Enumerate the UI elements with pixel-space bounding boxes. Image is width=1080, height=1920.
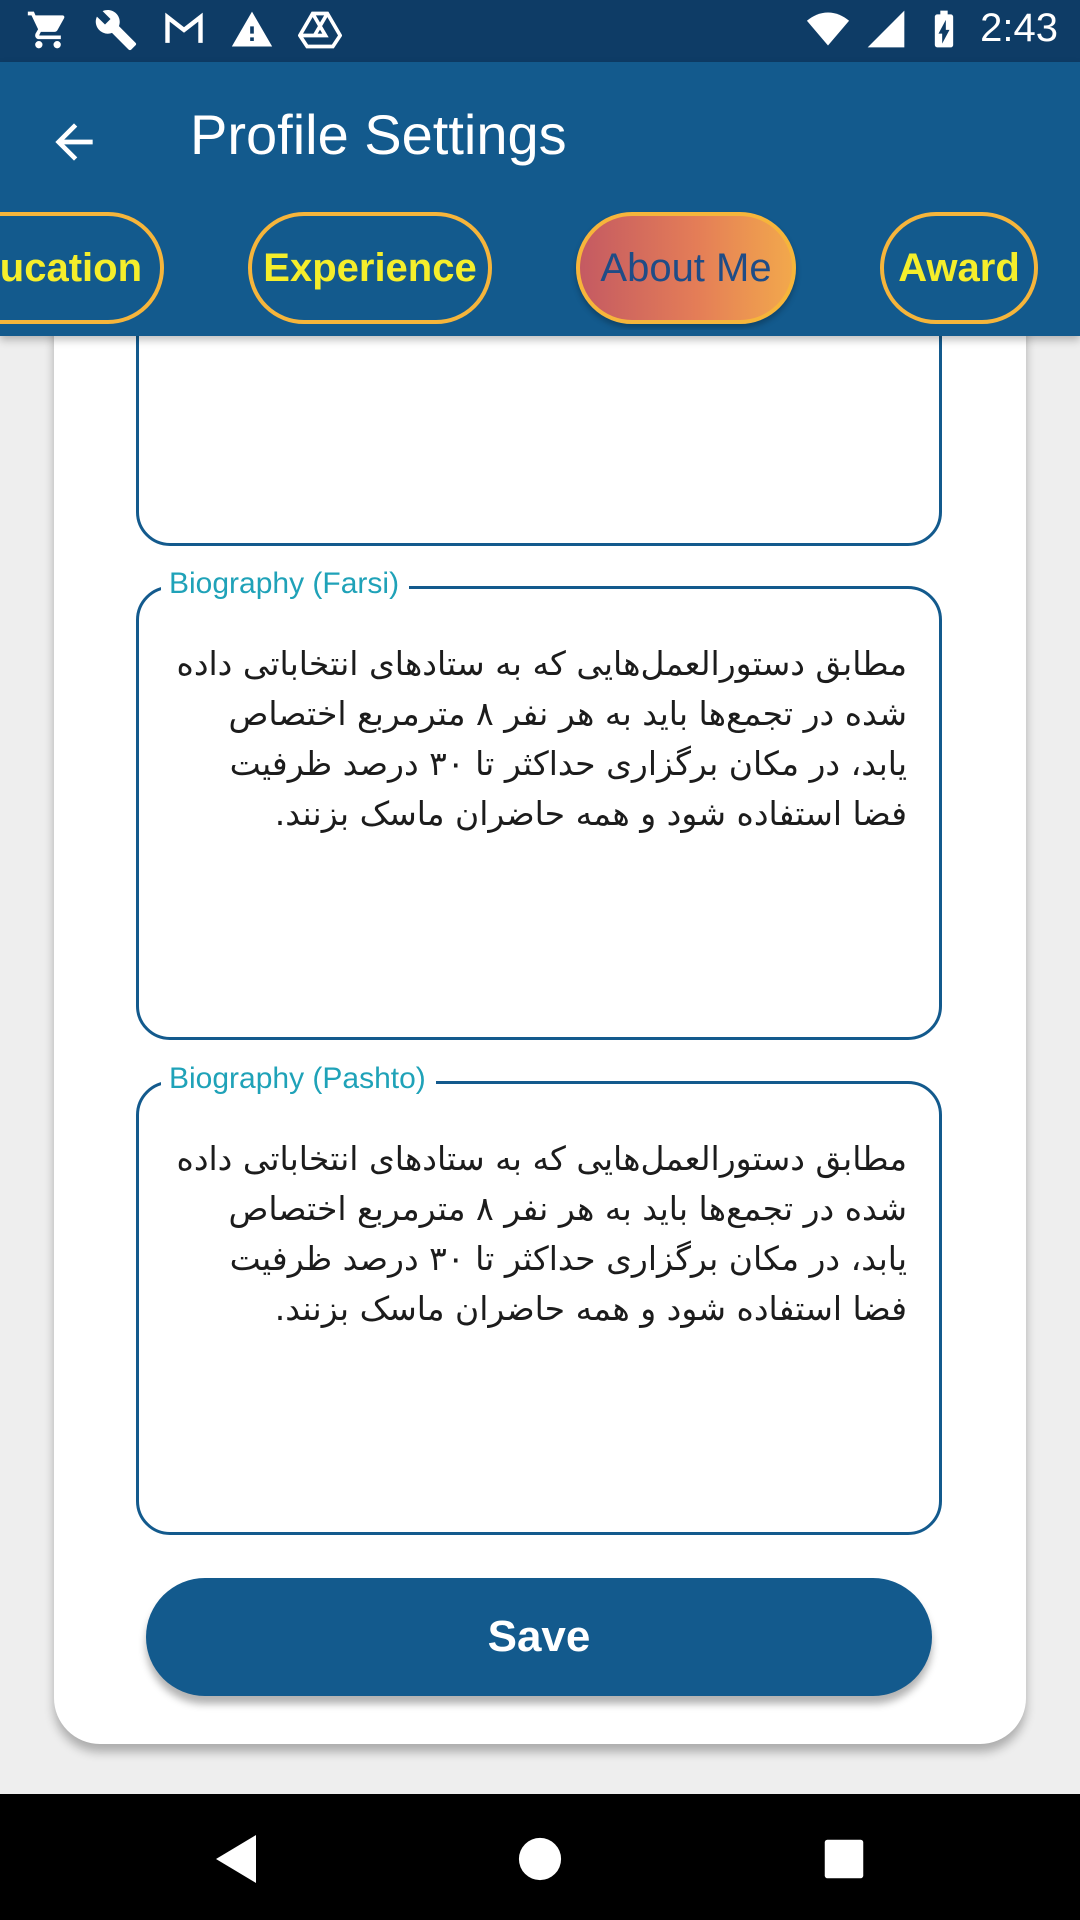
system-icons: 2:43 bbox=[806, 6, 1058, 51]
tab-bar: lucation Experience About Me Award bbox=[0, 210, 1080, 330]
cart-icon bbox=[27, 11, 65, 49]
page-title: Profile Settings bbox=[190, 103, 567, 166]
save-button[interactable]: Save bbox=[146, 1578, 932, 1696]
wifi-icon bbox=[807, 12, 850, 45]
nav-back-button[interactable] bbox=[196, 1819, 276, 1899]
warning-icon bbox=[231, 11, 273, 47]
nav-recents-button[interactable] bbox=[804, 1819, 884, 1899]
drive-icon bbox=[298, 11, 342, 49]
biography-farsi-label: Biography (Farsi) bbox=[161, 567, 410, 601]
tab-award[interactable]: Award bbox=[880, 212, 1038, 324]
biography-farsi-field[interactable]: Biography (Farsi) مطابق دستورالعمل‌هایی … bbox=[136, 567, 942, 1040]
biography-farsi-value: مطابق دستورالعمل‌هایی که به ستادهای انتخ… bbox=[176, 644, 907, 833]
about-me-card: Biography (Farsi) مطابق دستورالعمل‌هایی … bbox=[54, 280, 1026, 1744]
tab-about-me[interactable]: About Me bbox=[576, 212, 796, 324]
biography-pashto-field[interactable]: Biography (Pashto) مطابق دستورالعمل‌هایی… bbox=[136, 1062, 942, 1535]
status-time: 2:43 bbox=[980, 6, 1058, 50]
arrow-left-icon bbox=[55, 123, 93, 161]
back-button[interactable] bbox=[38, 106, 110, 178]
home-circle-icon bbox=[518, 1837, 562, 1881]
notification-icons bbox=[26, 8, 342, 52]
back-triangle-icon bbox=[216, 1835, 256, 1883]
biography-pashto-label: Biography (Pashto) bbox=[161, 1062, 436, 1096]
tab-experience[interactable]: Experience bbox=[248, 212, 492, 324]
wrench-icon bbox=[95, 10, 137, 51]
app-bar: Profile Settings lucation Experience Abo… bbox=[0, 62, 1080, 336]
navigation-bar bbox=[0, 1794, 1080, 1920]
battery-charging-icon bbox=[934, 10, 954, 47]
nav-home-button[interactable] bbox=[500, 1819, 580, 1899]
status-bar: 2:43 bbox=[0, 0, 1080, 62]
signal-icon bbox=[867, 10, 905, 47]
tab-education[interactable]: lucation bbox=[0, 212, 164, 324]
recents-square-icon bbox=[824, 1839, 864, 1879]
gmail-icon bbox=[165, 12, 203, 43]
biography-pashto-value: مطابق دستورالعمل‌هایی که به ستادهای انتخ… bbox=[176, 1139, 907, 1328]
